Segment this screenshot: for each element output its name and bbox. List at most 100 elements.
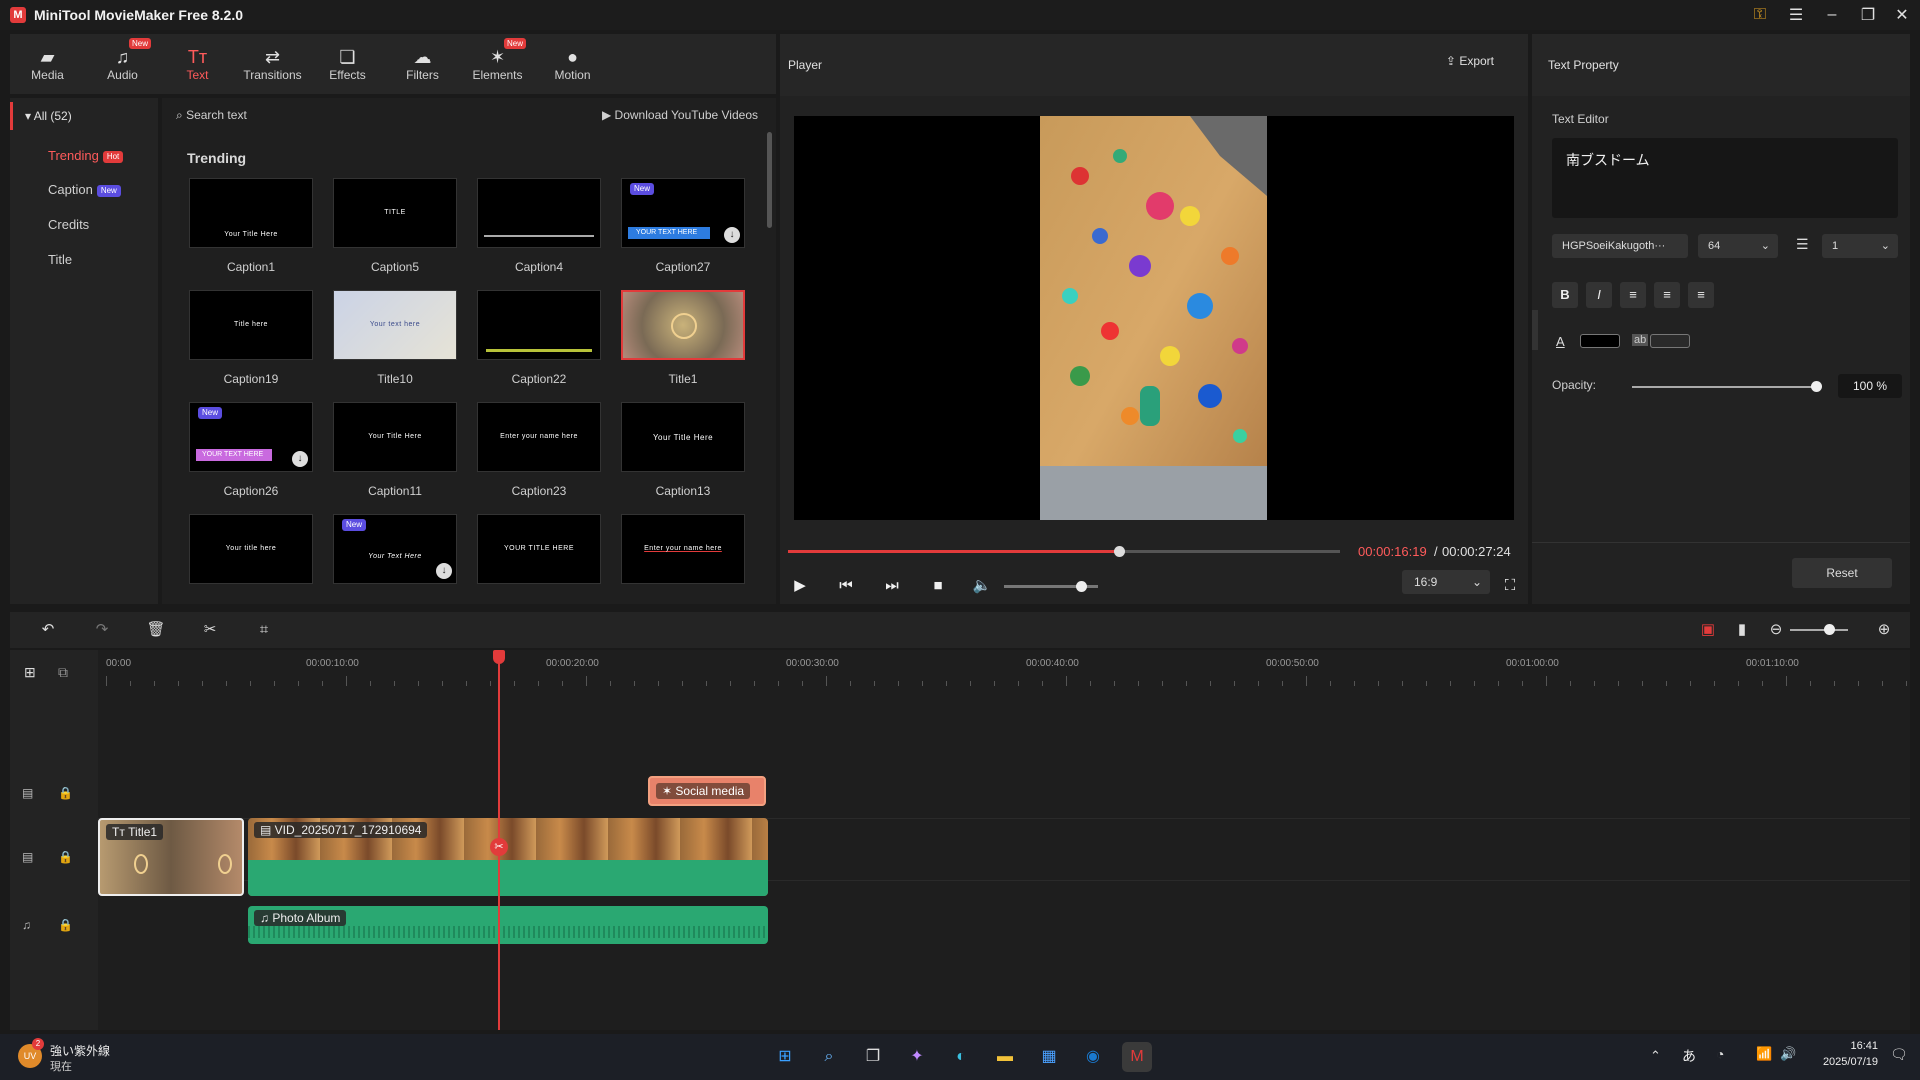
search-icon[interactable]: ⌕: [814, 1042, 844, 1072]
download-youtube-link[interactable]: ▶ Download YouTube Videos: [602, 108, 758, 122]
chevron-up-icon[interactable]: ⌃: [1650, 1048, 1661, 1064]
align-center-button[interactable]: ≡: [1654, 282, 1680, 308]
tab-elements[interactable]: New ✶ Elements: [460, 34, 535, 94]
text-template-thumb[interactable]: TITLE: [333, 178, 457, 248]
text-template-thumb[interactable]: Your Title Here: [333, 402, 457, 472]
tab-filters[interactable]: ☁ Filters: [385, 34, 460, 94]
video-clip[interactable]: ▤ VID_20250717_172910694: [248, 818, 768, 896]
remove-track-icon[interactable]: ⧉: [58, 664, 68, 681]
sticker-clip[interactable]: ✶ Social media: [648, 776, 766, 806]
progress-handle[interactable]: [1114, 546, 1126, 557]
split-scissors-icon[interactable]: ✂: [198, 618, 222, 642]
italic-button[interactable]: I: [1586, 282, 1612, 308]
reset-button[interactable]: Reset: [1792, 558, 1892, 588]
undo-icon[interactable]: ↶: [36, 618, 60, 642]
download-icon[interactable]: ↓: [436, 563, 452, 579]
title-clip[interactable]: Tт Title1: [98, 818, 244, 896]
playback-progress-bar[interactable]: [788, 546, 1340, 557]
category-all[interactable]: ▾ All (52): [10, 102, 158, 130]
next-frame-button[interactable]: ⏭: [880, 574, 904, 598]
menu-icon[interactable]: ☰: [1778, 0, 1814, 30]
task-view-icon[interactable]: ❐: [858, 1042, 888, 1072]
text-template-thumb[interactable]: [477, 290, 601, 360]
download-icon[interactable]: ↓: [724, 227, 740, 243]
speaker-icon[interactable]: 🔊: [1780, 1046, 1796, 1062]
ime-indicator[interactable]: あ: [1682, 1046, 1696, 1066]
playhead-handle[interactable]: [493, 650, 505, 664]
file-explorer-icon[interactable]: ▬: [990, 1042, 1020, 1072]
tab-text[interactable]: Tт Text: [160, 34, 235, 94]
opacity-slider[interactable]: [1632, 381, 1822, 392]
windows-start-icon[interactable]: ⊞: [770, 1042, 800, 1072]
volume-icon[interactable]: 🔈: [970, 574, 994, 598]
search-box[interactable]: ⌕ Search text: [176, 108, 247, 123]
tab-audio[interactable]: New ♫ Audio: [85, 34, 160, 94]
highlight-color-swatch[interactable]: [1650, 334, 1690, 348]
lock-icon[interactable]: 🔒: [58, 918, 73, 932]
snap-icon[interactable]: ▣: [1696, 618, 1720, 642]
zoom-slider[interactable]: [1790, 624, 1848, 635]
volume-slider[interactable]: [1004, 581, 1098, 592]
align-right-button[interactable]: ≡: [1688, 282, 1714, 308]
redo-icon[interactable]: ↷: [90, 618, 114, 642]
maximize-button[interactable]: ❐: [1850, 0, 1886, 30]
delete-icon[interactable]: 🗑: [144, 618, 168, 642]
key-icon[interactable]: ⚿: [1742, 0, 1778, 30]
fit-icon[interactable]: ▮: [1730, 618, 1754, 642]
text-template-thumb[interactable]: New Your Text Here ↓: [333, 514, 457, 584]
video-viewport[interactable]: [794, 116, 1514, 520]
category-credits[interactable]: Credits: [48, 217, 89, 232]
zoom-handle[interactable]: [1824, 624, 1835, 635]
minimize-button[interactable]: –: [1814, 0, 1850, 30]
tab-media[interactable]: ▰ Media: [10, 34, 85, 94]
tab-motion[interactable]: ● Motion: [535, 34, 610, 94]
close-button[interactable]: ✕: [1884, 0, 1920, 30]
copilot-icon[interactable]: ✦: [902, 1042, 932, 1072]
lock-icon[interactable]: 🔒: [58, 786, 73, 800]
outlook-icon[interactable]: ◉: [1078, 1042, 1108, 1072]
library-scrollbar[interactable]: [767, 132, 772, 228]
text-template-thumb[interactable]: Title here: [189, 290, 313, 360]
panel-collapse-handle[interactable]: [1532, 310, 1538, 350]
opacity-handle[interactable]: [1811, 381, 1822, 392]
download-icon[interactable]: ↓: [292, 451, 308, 467]
split-scissors-icon[interactable]: ✂: [490, 838, 508, 856]
edge-browser-icon[interactable]: ◐: [946, 1042, 976, 1072]
export-button[interactable]: ⇪ Export: [1446, 54, 1494, 68]
text-template-thumb[interactable]: New YOUR TEXT HERE ↓: [621, 178, 745, 248]
text-template-thumb[interactable]: Enter your name here: [477, 402, 601, 472]
crop-icon[interactable]: ⌗: [252, 618, 276, 642]
store-icon[interactable]: ▦: [1034, 1042, 1064, 1072]
font-family-select[interactable]: HGPSoeiKakugoth···: [1552, 234, 1688, 258]
ime-mode-icon[interactable]: ◔: [1716, 1046, 1724, 1062]
add-track-icon[interactable]: ⊞: [24, 664, 36, 681]
text-template-thumb[interactable]: Your Title Here: [621, 402, 745, 472]
text-template-thumb[interactable]: [477, 178, 601, 248]
zoom-in-icon[interactable]: ⊕: [1872, 618, 1896, 642]
bold-button[interactable]: B: [1552, 282, 1578, 308]
text-template-thumb[interactable]: New YOUR TEXT HERE ↓: [189, 402, 313, 472]
category-trending[interactable]: Trending Hot: [48, 148, 124, 163]
opacity-input[interactable]: 100 %: [1838, 374, 1902, 398]
moviemaker-taskbar-icon[interactable]: M: [1122, 1042, 1152, 1072]
notification-icon[interactable]: 🗨: [1890, 1046, 1908, 1063]
zoom-out-icon[interactable]: ⊖: [1764, 618, 1788, 642]
font-size-select[interactable]: 64 ⌄: [1698, 234, 1778, 258]
play-button[interactable]: ▶: [788, 574, 812, 598]
previous-frame-button[interactable]: ⏮: [834, 574, 858, 598]
text-template-thumb[interactable]: Your text here: [333, 290, 457, 360]
lock-icon[interactable]: 🔒: [58, 850, 73, 864]
fullscreen-icon[interactable]: ⛶: [1498, 574, 1522, 598]
time-ruler[interactable]: 00:00 00:00:10:00 00:00:20:00 00:00:30:0…: [98, 650, 1910, 690]
text-template-thumb[interactable]: [621, 290, 745, 360]
text-template-thumb[interactable]: Enter your name here: [621, 514, 745, 584]
tab-effects[interactable]: ❏ Effects: [310, 34, 385, 94]
stop-button[interactable]: ■: [926, 574, 950, 598]
category-caption[interactable]: Caption New: [48, 182, 121, 197]
tab-transitions[interactable]: ⇄ Transitions: [235, 34, 310, 94]
text-editor-input[interactable]: 南ブスドーム: [1552, 138, 1898, 218]
font-color-swatch[interactable]: [1580, 334, 1620, 348]
align-left-button[interactable]: ≡: [1620, 282, 1646, 308]
text-template-thumb[interactable]: YOUR TITLE HERE: [477, 514, 601, 584]
aspect-ratio-select[interactable]: 16:9 ⌄: [1402, 570, 1490, 594]
